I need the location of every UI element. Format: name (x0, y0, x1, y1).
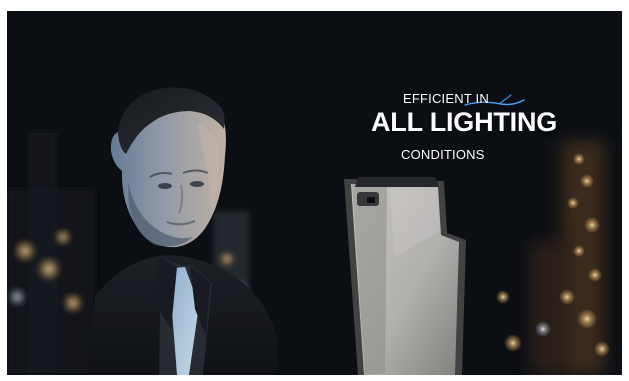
night-city-scene (7, 11, 622, 375)
headline-line-1: EFFICIENT IN (403, 91, 489, 106)
feature-headline: EFFICIENT IN ALL LIGHTING CONDITIONS (363, 89, 583, 171)
headline-line-3: CONDITIONS (401, 147, 485, 162)
headline-line-2: ALL LIGHTING (371, 107, 558, 137)
video-frame: EFFICIENT IN ALL LIGHTING CONDITIONS (7, 11, 622, 375)
